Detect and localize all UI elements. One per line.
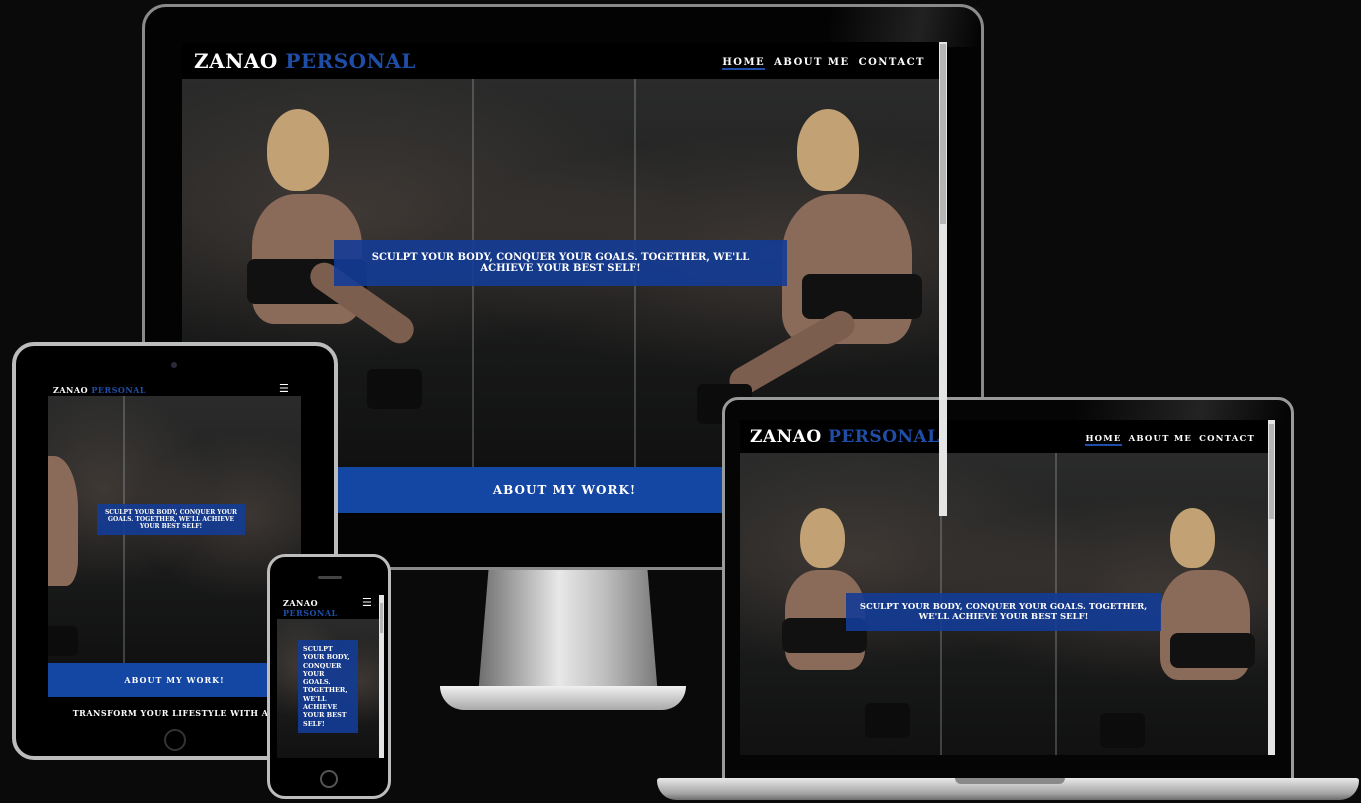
scrollbar-thumb[interactable] (940, 44, 946, 224)
hero-tagline: SCULPT YOUR BODY, CONQUER YOUR GOALS. TO… (97, 504, 245, 535)
logo-primary: ZANAO (194, 49, 278, 73)
phone-speaker (318, 576, 342, 579)
nav-contact[interactable]: CONTACT (859, 57, 925, 70)
hero-image: SCULPT YOUR BODY, CONQUER YOUR GOALS. TO… (277, 619, 384, 758)
hero-tagline: SCULPT YOUR BODY, CONQUER YOUR GOALS. TO… (298, 640, 358, 733)
logo-accent: PERSONAL (283, 608, 338, 618)
about-work-button[interactable]: ABOUT MY WORK! (48, 663, 301, 697)
hamburger-menu-icon[interactable]: ☰ (279, 382, 289, 395)
scrollbar-thumb[interactable] (1269, 424, 1274, 519)
site-header: ZANAO PERSONAL ☰ (277, 595, 384, 619)
tablet-site: ZANAO PERSONAL ☰ SCULPT YOUR BODY, CONQU… (48, 382, 301, 722)
nav-home[interactable]: HOME (722, 57, 766, 70)
tablet-camera (171, 362, 177, 368)
hero-tagline: SCULPT YOUR BODY, CONQUER YOUR GOALS. TO… (846, 593, 1161, 631)
logo-primary: ZANAO (283, 598, 319, 608)
logo[interactable]: ZANAO PERSONAL (194, 49, 416, 73)
laptop-glare (1075, 400, 1285, 422)
hero-image: SCULPT YOUR BODY, CONQUER YOUR GOALS. TO… (740, 453, 1275, 755)
nav-about[interactable]: ABOUT ME (1129, 434, 1193, 446)
main-nav: HOME ABOUT ME CONTACT (1085, 434, 1255, 446)
phone-site: ZANAO PERSONAL ☰ SCULPT YOUR BODY, CONQU… (277, 595, 384, 758)
logo[interactable]: ZANAO PERSONAL (750, 427, 940, 447)
site-header: ZANAO PERSONAL HOME ABOUT ME CONTACT (740, 420, 1275, 453)
hamburger-menu-icon[interactable]: ☰ (362, 596, 372, 609)
tablet-home-button (164, 729, 186, 751)
monitor-stand-base (440, 686, 686, 710)
scrollbar[interactable] (379, 595, 384, 758)
logo[interactable]: ZANAO PERSONAL (53, 385, 146, 395)
logo-primary: ZANAO (53, 385, 89, 395)
logo-accent: PERSONAL (285, 49, 416, 73)
section-heading: TRANSFORM YOUR LIFESTYLE WITH AN (72, 708, 277, 718)
logo-accent: PERSONAL (91, 385, 146, 395)
logo[interactable]: ZANAO PERSONAL (283, 598, 343, 618)
laptop-hinge-notch (955, 778, 1065, 784)
site-header: ZANAO PERSONAL ☰ (48, 382, 301, 396)
phone-home-button (320, 770, 338, 788)
scrollbar[interactable] (939, 42, 947, 516)
nav-about[interactable]: ABOUT ME (774, 57, 849, 70)
nav-contact[interactable]: CONTACT (1199, 434, 1255, 446)
nav-home[interactable]: HOME (1085, 434, 1122, 446)
hero-image: SCULPT YOUR BODY, CONQUER YOUR GOALS. TO… (48, 396, 301, 663)
scrollbar-thumb[interactable] (380, 603, 383, 633)
site-header: ZANAO PERSONAL HOME ABOUT ME CONTACT (182, 42, 947, 79)
hero-tagline: SCULPT YOUR BODY, CONQUER YOUR GOALS. TO… (334, 240, 787, 286)
scrollbar[interactable] (1268, 420, 1275, 755)
main-nav: HOME ABOUT ME CONTACT (722, 57, 925, 70)
logo-primary: ZANAO (750, 427, 822, 447)
laptop-site: ZANAO PERSONAL HOME ABOUT ME CONTACT SCU… (740, 420, 1275, 755)
logo-accent: PERSONAL (828, 427, 940, 447)
monitor-glare (830, 7, 980, 47)
monitor-stand-neck (478, 566, 658, 696)
